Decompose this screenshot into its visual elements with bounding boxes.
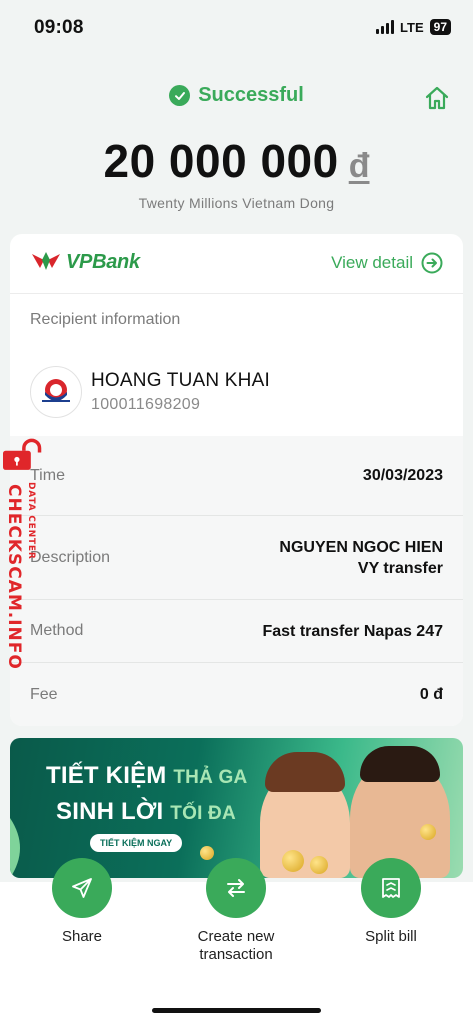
send-icon [52,858,112,918]
banner-cta-button[interactable]: TIẾT KIỆM NGAY [90,834,183,852]
home-indicator[interactable] [152,1008,321,1013]
success-status: Successful [0,84,473,107]
card-header: VPBank View detail [10,234,463,294]
description-line-2: VY transfer [357,559,443,577]
transaction-details: Time 30/03/2023 Description NGUYEN NGOC … [10,436,463,726]
coin-image [420,824,436,840]
watermark-text: CHECKSCAM.INFO [4,484,24,670]
arrow-right-circle-icon [421,252,443,274]
status-indicators: LTE 97 [376,19,451,35]
amount-in-words: Twenty Millions Vietnam Dong [138,195,335,211]
transaction-card: VPBank View detail Recipient information… [10,234,463,726]
detail-label: Fee [30,685,58,703]
signal-icon [376,20,395,34]
split-bill-label: Split bill [365,928,417,945]
description-line-1: NGUYEN NGOC HIEN [279,538,443,556]
swap-arrows-icon [206,858,266,918]
share-label: Share [61,928,103,945]
banner-title-line2: SINH LỜI TỐI ĐA [56,798,236,826]
share-button[interactable]: Share [12,858,152,946]
amount-display: 20 000 000 đ [0,134,473,188]
detail-row-description: Description NGUYEN NGOC HIEN VY transfer [10,516,463,600]
amount-value: 20 000 000 [103,135,339,187]
success-text: Successful [198,84,304,106]
recipient-section-label: Recipient information [30,311,181,328]
detail-row-method: Method Fast transfer Napas 247 [10,600,463,663]
detail-label: Method [30,622,84,639]
detail-row-fee: Fee 0 đ [10,663,463,726]
recipient-account-number: 100011698209 [91,396,201,413]
bank-emblem-icon [42,379,70,402]
banner-title-small: THẢ GA [173,767,248,788]
status-bar: 09:08 LTE 97 [0,0,473,56]
detail-row-time: Time 30/03/2023 [10,436,463,516]
detail-value: Fast transfer Napas 247 [262,622,443,640]
battery-icon: 97 [429,19,451,35]
status-time: 09:08 [34,17,84,38]
detail-label: Description [30,548,111,566]
watermark-lock-icon [3,438,42,470]
detail-value: 0 đ [419,686,443,703]
banner-hair-image [360,746,440,782]
banner-title-small: TỐI ĐA [170,803,236,824]
split-bill-button[interactable]: Split bill [321,858,461,946]
view-detail-label: View detail [331,253,413,272]
split-bill-icon [361,858,421,918]
watermark-subtext: DATA CENTER [26,482,36,560]
banner-hair-image [265,752,345,792]
network-label: LTE [400,19,424,35]
banner-title-big: TIẾT KIỆM [46,762,167,789]
bank-name: VPBank [66,250,140,273]
banner-title-line1: TIẾT KIỆM THẢ GA [46,762,247,790]
banner-title-big: SINH LỜI [56,798,164,825]
promo-banner[interactable]: TIẾT KIỆM THẢ GA SINH LỜI TỐI ĐA TIẾT KI… [10,738,463,878]
detail-value: 30/03/2023 [362,467,443,484]
bank-logo: VPBank [30,250,140,274]
view-detail-link[interactable]: View detail [331,252,443,274]
check-circle-icon [169,85,191,106]
detail-value: NGUYEN NGOC HIEN VY transfer [279,537,443,579]
recipient-bank-avatar [30,366,82,418]
create-new-transaction-button[interactable]: Create new transaction [166,858,306,964]
vpbank-logo-icon [32,252,60,270]
currency-symbol: đ [348,147,370,185]
home-icon[interactable] [423,84,451,112]
recipient-name: HOANG TUAN KHAI [91,370,270,391]
create-new-transaction-label: Create new transaction [197,928,275,963]
